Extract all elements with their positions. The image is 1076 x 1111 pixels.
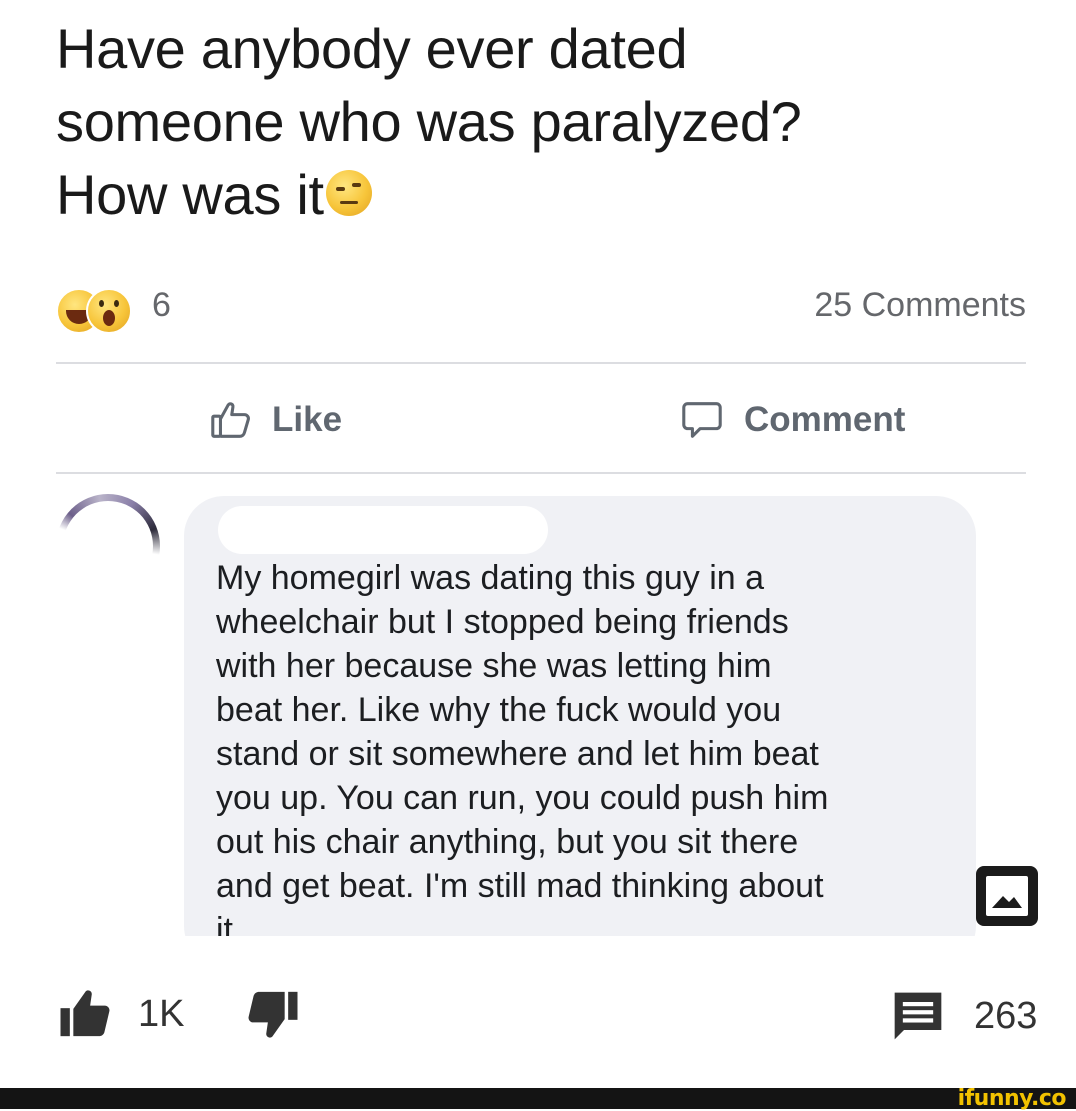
like-button[interactable]: Like: [208, 392, 342, 448]
comment-line: with her because she was letting him: [216, 647, 772, 685]
comment-bubble: My homegirl was dating this guy in a whe…: [184, 496, 976, 936]
divider: [56, 472, 1026, 474]
post-screenshot-image[interactable]: Have anybody ever dated someone who was …: [32, 0, 1048, 936]
comment-line: you up. You can run, you could push him: [216, 779, 829, 817]
raised-eyebrow-emoji-icon: [325, 170, 372, 217]
comment-line: and get beat. I'm still mad thinking abo…: [216, 867, 824, 905]
comment-bubble-outline-icon: [682, 402, 722, 438]
divider: [56, 362, 1026, 364]
comment-icon: [894, 992, 942, 1040]
reactions-row: 6 25 Comments: [56, 282, 1026, 338]
thumbs-down-icon: [248, 991, 298, 1038]
thumbs-up-icon: [60, 990, 110, 1037]
wow-reaction-icon: [86, 288, 132, 334]
post-text-line: How was it: [56, 158, 996, 231]
like-count: 1K: [138, 992, 185, 1035]
ifunny-watermark: ifunny.co: [957, 1086, 1067, 1111]
ifunny-footer: 1K 263: [0, 936, 1076, 1088]
comment-line: it: [216, 911, 233, 936]
post-action-bar: Like Comment: [56, 366, 1026, 472]
thumbs-up-outline-icon: [211, 402, 250, 438]
comment-text: My homegirl was dating this guy in a whe…: [216, 556, 956, 936]
comment-line: beat her. Like why the fuck would you: [216, 691, 782, 729]
post-text-line: Have anybody ever dated: [56, 17, 688, 80]
like-button-label: Like: [272, 400, 343, 439]
image-gallery-icon[interactable]: [976, 866, 1038, 926]
post-text: Have anybody ever dated someone who was …: [56, 12, 996, 231]
reaction-count[interactable]: 6: [152, 286, 171, 325]
comment-count: 263: [974, 994, 1038, 1037]
unsmile-button[interactable]: [244, 986, 302, 1042]
watermark-strip: ifunny.co: [0, 1086, 1076, 1111]
post-text-line-3: How was it: [56, 163, 324, 226]
comment-line: My homegirl was dating this guy in a: [216, 559, 765, 597]
comment-line: wheelchair but I stopped being friends: [216, 603, 789, 641]
image-icon: [986, 876, 1028, 916]
comment-line: stand or sit somewhere and let him beat: [216, 735, 819, 773]
comment-button[interactable]: Comment: [678, 392, 905, 448]
comments-count-link[interactable]: 25 Comments: [814, 286, 1026, 325]
redacted-author-name: [218, 506, 548, 554]
smile-button[interactable]: 1K: [56, 986, 184, 1042]
avatar[interactable]: [56, 494, 160, 598]
post-text-line: someone who was paralyzed?: [56, 90, 802, 153]
comment-line: out his chair anything, but you sit ther…: [216, 823, 799, 861]
comment-button-label: Comment: [744, 400, 906, 439]
comments-button[interactable]: 263: [890, 988, 1037, 1044]
